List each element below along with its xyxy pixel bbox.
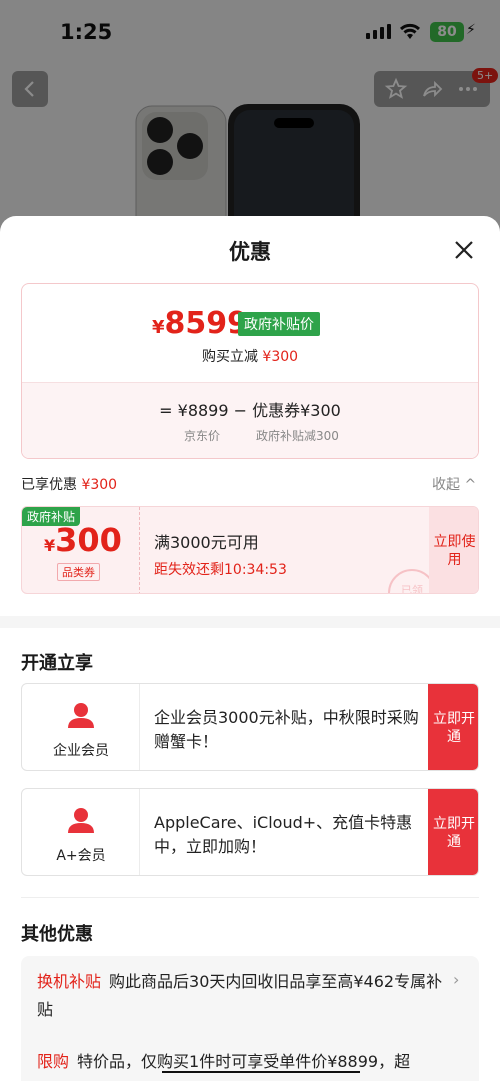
sheet-title: 优惠 <box>229 240 271 264</box>
coupon-divider <box>139 507 140 593</box>
modal-overlay[interactable] <box>0 0 500 240</box>
member-desc: 企业会员3000元补贴，中秋限时采购赠蟹卡！ <box>154 708 419 751</box>
equation-text: = ¥8899 − 优惠券¥300 <box>159 401 341 420</box>
price-amount: 8599 <box>164 306 249 341</box>
member-card-enterprise[interactable]: 企业会员 企业会员3000元补贴，中秋限时采购赠蟹卡！ 立即开通 <box>21 683 479 771</box>
trade-in-label: 换机补贴 <box>37 972 102 991</box>
close-icon[interactable] <box>450 236 478 264</box>
trade-in-row[interactable]: 换机补贴 购此商品后30天内回收旧品享至高¥462专属补贴 <box>37 968 457 1024</box>
enjoyed-amount: ¥300 <box>81 477 118 493</box>
reduce-amount: ¥300 <box>262 349 299 365</box>
enjoyed-discount: 已享优惠 ¥300 <box>21 474 117 494</box>
use-coupon-button[interactable]: 立即使用 <box>429 507 478 593</box>
member-card-aplus[interactable]: A+会员 AppleCare、iCloud+、充值卡特惠中，立即加购！ 立即开通 <box>21 788 479 876</box>
price-summary: ¥8599 政府补贴价 购买立减 ¥300 <box>22 284 478 382</box>
open-section-title: 开通立享 <box>21 653 93 674</box>
reduce-prefix: 购买立减 <box>201 349 258 365</box>
coupon-amount: ¥300 <box>44 521 122 559</box>
person-icon <box>68 808 94 833</box>
other-discounts-list: 换机补贴 购此商品后30天内回收旧品享至高¥462专属补贴 › 限购 特价品，仅购买… <box>21 956 479 1081</box>
coupon-expire: 距失效还剩10:34:53 <box>154 562 287 578</box>
coupon-kind: 品类券 <box>57 563 100 581</box>
subsidy-coupon: 政府补贴 ¥300 品类券 满3000元可用 距失效还剩10:34:53 已领 … <box>21 506 479 594</box>
section-separator <box>0 616 500 628</box>
member-badge: A+会员 <box>22 789 140 875</box>
divider <box>21 897 479 898</box>
coupon-currency: ¥ <box>44 536 56 555</box>
price-breakdown-card: ¥8599 政府补贴价 购买立减 ¥300 = ¥8899 − 优惠券¥300 … <box>21 283 479 459</box>
final-price: ¥8599 <box>152 306 248 341</box>
coupon-value: 300 <box>55 521 122 559</box>
enjoyed-label: 已享优惠 <box>21 477 77 493</box>
other-section-title: 其他优惠 <box>21 924 93 945</box>
member-badge: 企业会员 <box>22 684 140 770</box>
chevron-right-icon: › <box>453 970 460 989</box>
discount-sheet: 优惠 ¥8599 政府补贴价 购买立减 ¥300 = ¥8899 − 优惠券¥3… <box>0 216 500 1081</box>
open-enterprise-button[interactable]: 立即开通 <box>428 684 478 770</box>
collapse-toggle[interactable]: 收起 ^ <box>432 474 476 494</box>
subsidy-caption: 政府补贴减300 <box>256 429 339 443</box>
strike-mark <box>162 1071 360 1073</box>
member-desc: AppleCare、iCloud+、充值卡特惠中，立即加购！ <box>154 813 413 856</box>
gov-subsidy-tag: 政府补贴价 <box>238 312 320 336</box>
member-name: A+会员 <box>56 848 106 864</box>
coupon-condition: 满3000元可用 <box>154 533 259 552</box>
price-currency: ¥ <box>152 317 165 338</box>
person-icon <box>68 703 94 728</box>
jd-price-caption: 京东价 <box>184 429 221 443</box>
limit-label: 限购 <box>37 1052 70 1071</box>
member-name: 企业会员 <box>53 743 109 759</box>
limit-text: 特价品，仅购买1件时可享受单件价¥8899，超 <box>77 1052 411 1071</box>
price-equation: = ¥8899 − 优惠券¥300 京东价 政府补贴减300 <box>22 382 478 458</box>
reduce-line: 购买立减 ¥300 <box>22 346 478 366</box>
product-page-background: 1:25 80 ⚡ 5+ <box>0 0 500 240</box>
open-aplus-button[interactable]: 立即开通 <box>428 789 478 875</box>
